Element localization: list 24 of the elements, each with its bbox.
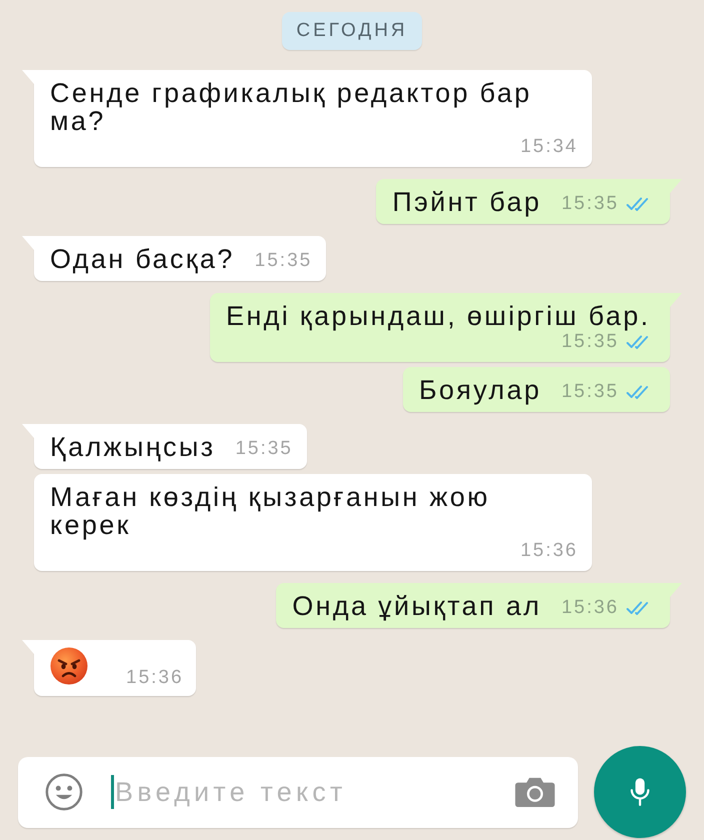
- message-text: Пэйнт бар: [392, 188, 542, 216]
- message-time: 15:36: [520, 539, 578, 563]
- smiley-icon[interactable]: [45, 773, 83, 811]
- message-time: 15:35: [561, 331, 619, 354]
- message-text: Сенде графикалық редактор бар ма?: [50, 79, 533, 135]
- text-cursor-icon: [111, 775, 114, 809]
- message-time: 15:34: [520, 135, 578, 159]
- message-text: Одан басқа?: [50, 245, 235, 273]
- message-text: Енді қарындаш, өшіргіш бар.: [226, 302, 650, 330]
- message-text: Қалжыңсыз: [50, 433, 216, 461]
- message-text: Онда ұйықтап ал: [292, 592, 542, 620]
- microphone-icon: [629, 777, 651, 807]
- camera-icon[interactable]: [514, 776, 556, 808]
- message-time: 15:35: [561, 192, 619, 216]
- message-time: 15:35: [235, 437, 293, 461]
- message-time: 15:35: [561, 380, 619, 404]
- message-text: Бояулар: [418, 376, 542, 404]
- message-text: Маған көздің қызарғанын жою керек: [50, 483, 491, 539]
- message-time: 15:36: [561, 596, 619, 620]
- message-input[interactable]: Введите текст: [114, 772, 514, 812]
- angry-face-icon: [50, 647, 88, 685]
- message-time: 15:35: [254, 249, 312, 273]
- message-composer[interactable]: Введите текст: [18, 756, 578, 828]
- message-time: 15:36: [126, 666, 184, 690]
